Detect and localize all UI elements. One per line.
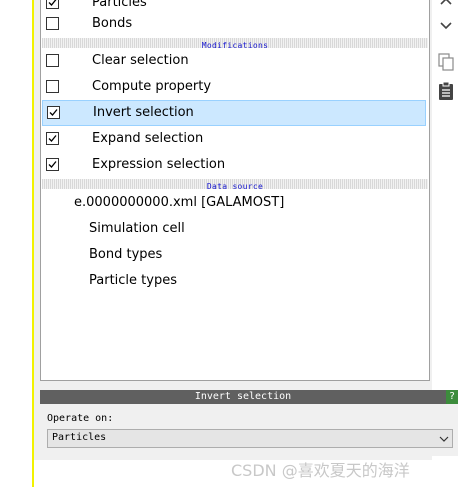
chevron-down-icon	[439, 436, 449, 442]
checkbox[interactable]	[46, 0, 59, 9]
checkbox[interactable]	[46, 17, 59, 30]
pipeline-item-label: Particles	[92, 0, 147, 10]
section-header-label: Data source	[206, 182, 264, 191]
pipeline-side-toolbar	[432, 0, 458, 120]
data-source-particle-types[interactable]: Particle types	[89, 273, 177, 288]
chevron-up-icon[interactable]	[436, 0, 456, 12]
checkbox[interactable]	[46, 132, 59, 145]
checkbox[interactable]	[46, 80, 59, 93]
operate-on-value: Particles	[52, 432, 107, 443]
pipeline-item-label: Bonds	[92, 16, 133, 31]
operate-on-label: Operate on:	[47, 413, 114, 424]
pipeline-item-bonds[interactable]: Bonds	[41, 11, 427, 37]
modifier-compute-property[interactable]: Compute property	[41, 74, 427, 100]
modifier-expand-selection[interactable]: Expand selection	[41, 126, 427, 152]
help-button[interactable]: ?	[446, 390, 458, 404]
modifier-clear-selection[interactable]: Clear selection	[41, 48, 427, 74]
check-icon	[48, 0, 57, 6]
modifier-invert-selection[interactable]: Invert selection	[42, 100, 426, 126]
check-icon	[49, 109, 58, 116]
data-source-section-header: Data source	[42, 179, 428, 191]
modifier-label: Expression selection	[92, 157, 226, 172]
modifications-section-header: Modifications	[42, 38, 428, 50]
checkbox[interactable]	[46, 158, 59, 171]
data-source-file[interactable]: e.0000000000.xml [GALAMOST]	[74, 195, 284, 210]
operate-on-select[interactable]: Particles	[47, 429, 453, 448]
copy-icon[interactable]	[436, 52, 456, 72]
checkbox[interactable]	[47, 106, 60, 119]
modifier-label: Expand selection	[92, 131, 204, 146]
check-icon	[48, 161, 57, 168]
chevron-down-icon[interactable]	[436, 15, 456, 35]
modifier-label: Clear selection	[92, 53, 189, 68]
modifier-label: Invert selection	[93, 105, 194, 120]
pipeline-list[interactable]: Particles Bonds Modifications Clear sele…	[40, 0, 430, 381]
watermark: CSDN @喜欢夏天的海洋	[231, 461, 410, 480]
checkbox[interactable]	[46, 54, 59, 67]
data-source-bond-types[interactable]: Bond types	[89, 247, 162, 262]
properties-title-bar: Invert selection	[40, 390, 446, 404]
check-icon	[48, 135, 57, 142]
modifier-expression-selection[interactable]: Expression selection	[41, 152, 427, 178]
data-source-simulation-cell[interactable]: Simulation cell	[89, 221, 185, 236]
modifier-label: Compute property	[92, 79, 212, 94]
clipboard-icon[interactable]	[436, 81, 456, 101]
